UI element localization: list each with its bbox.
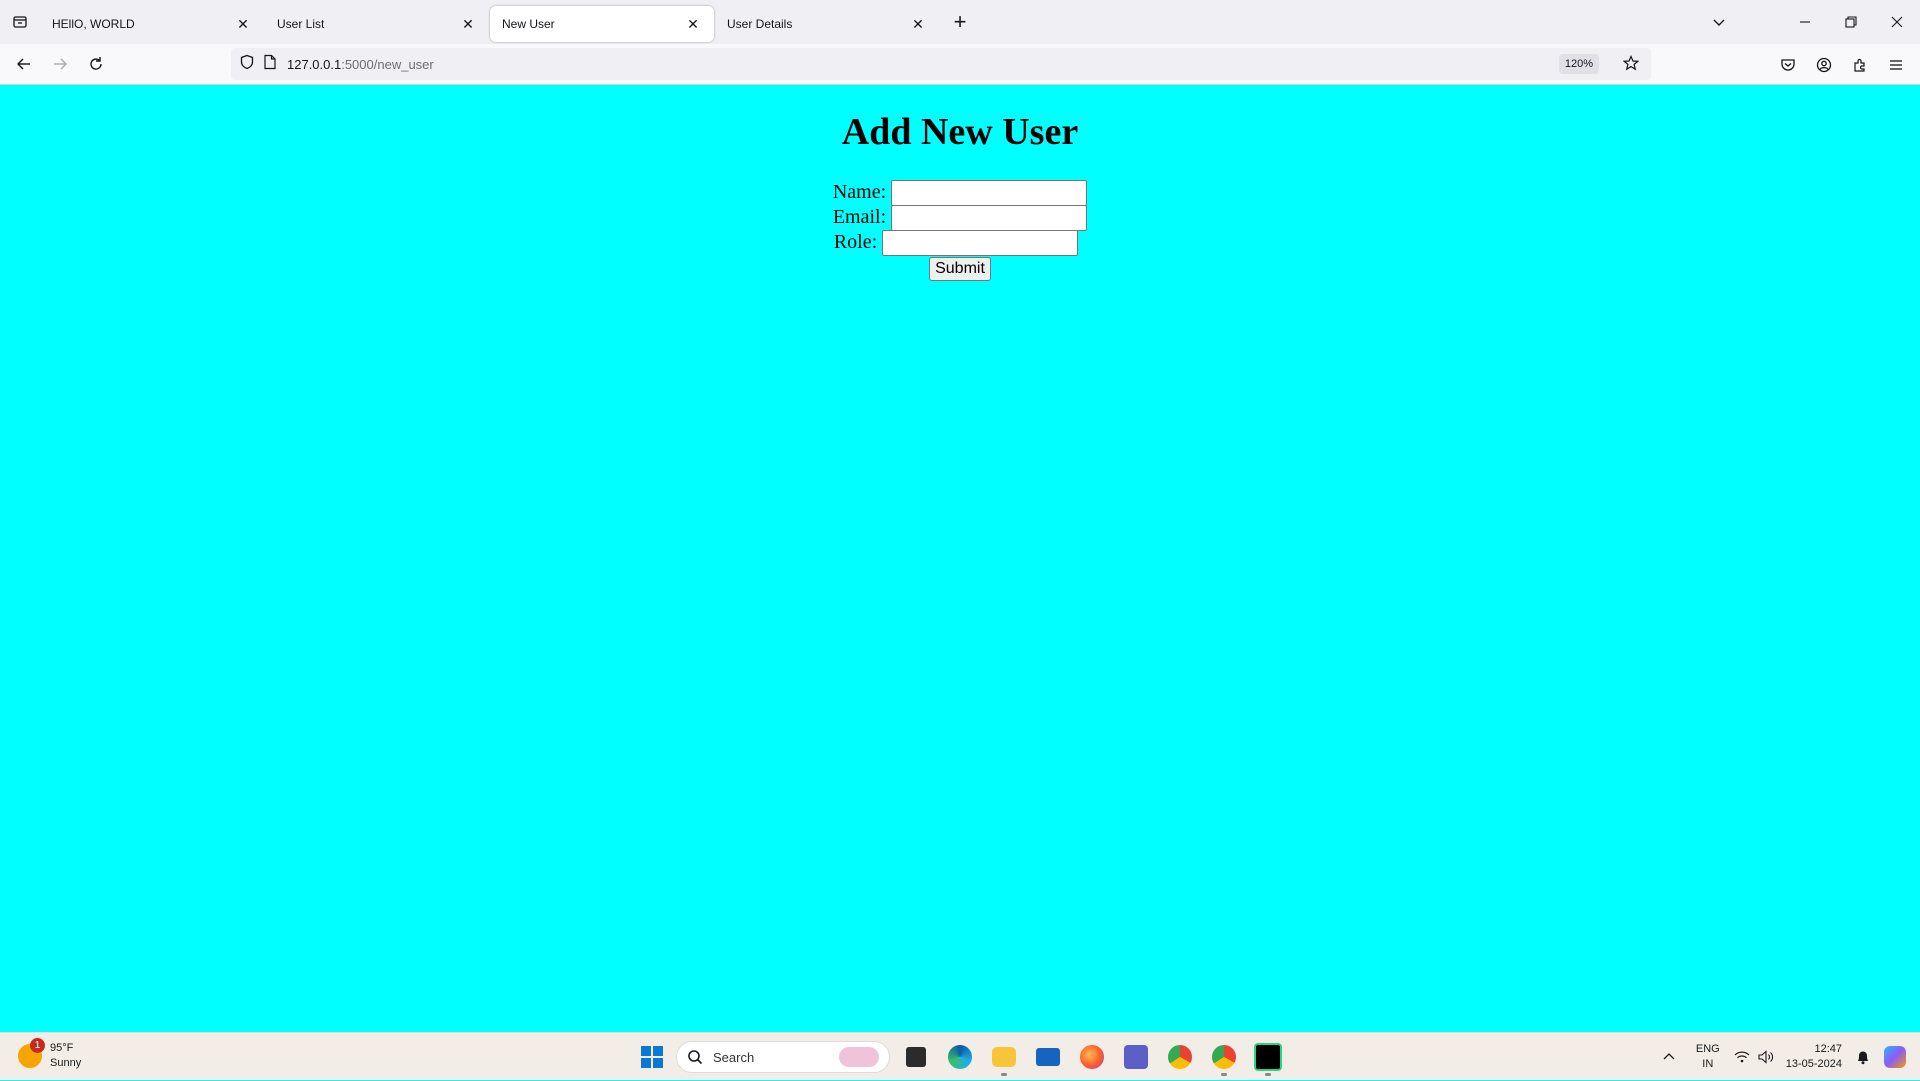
tab-hello-world[interactable]: HEllO, WORLD ✕ [40, 6, 264, 42]
menu-icon[interactable] [1878, 49, 1914, 81]
star-icon[interactable] [1622, 55, 1640, 76]
edge-icon[interactable] [942, 1037, 978, 1077]
chrome-profile-icon[interactable] [1206, 1037, 1242, 1077]
tab-list-icon[interactable] [0, 0, 40, 44]
email-input[interactable] [891, 204, 1088, 231]
submit-row: Submit [0, 257, 1920, 281]
forward-icon[interactable] [42, 48, 78, 80]
weather-widget[interactable]: 1 95°F Sunny [18, 1038, 81, 1071]
shield-icon[interactable] [239, 54, 255, 75]
zoom-indicator[interactable]: 120% [1558, 54, 1599, 74]
volume-icon[interactable] [1758, 1050, 1774, 1064]
page-content: Add New User Name: Email: Role: Submit [0, 86, 1920, 1032]
file-explorer-dark-icon[interactable] [898, 1037, 934, 1077]
page-icon[interactable] [263, 54, 277, 75]
tab-title: User List [277, 17, 325, 31]
teams-icon[interactable] [1118, 1037, 1154, 1077]
taskbar-search[interactable]: Search [676, 1041, 890, 1073]
copilot-icon[interactable] [1884, 1046, 1906, 1068]
url-text[interactable]: 127.0.0.1:5000/new_user [287, 57, 434, 72]
search-highlight-icon [839, 1047, 879, 1067]
tab-title: New User [502, 17, 555, 31]
bell-icon[interactable] [1856, 1049, 1870, 1065]
language-indicator[interactable]: ENG IN [1696, 1042, 1720, 1072]
weather-desc: Sunny [50, 1057, 82, 1069]
close-window-icon[interactable] [1874, 0, 1920, 44]
lang-region: IN [1702, 1058, 1714, 1070]
account-icon[interactable] [1806, 49, 1842, 81]
new-tab-icon[interactable]: + [944, 6, 976, 38]
role-row: Role: [0, 229, 1920, 256]
role-input[interactable] [882, 229, 1079, 256]
chevron-down-icon[interactable] [1696, 0, 1742, 44]
taskbar: 1 95°F Sunny Search ENG IN 12:47 13-05-2… [0, 1032, 1920, 1080]
new-user-form: Name: Email: Role: Submit [0, 179, 1920, 281]
file-explorer-icon[interactable] [986, 1037, 1022, 1077]
restore-icon[interactable] [1828, 0, 1874, 44]
weather-sun-icon: 1 [18, 1038, 45, 1068]
search-placeholder: Search [713, 1049, 755, 1065]
close-icon[interactable]: ✕ [909, 15, 927, 33]
system-tray: ENG IN 12:47 13-05-2024 [1662, 1033, 1920, 1081]
close-icon[interactable]: ✕ [234, 15, 252, 33]
mail-icon[interactable] [1030, 1037, 1066, 1077]
name-row: Name: [0, 179, 1920, 206]
role-label: Role: [833, 231, 878, 253]
clock-time: 12:47 [1814, 1043, 1842, 1055]
clock[interactable]: 12:47 13-05-2024 [1786, 1042, 1842, 1072]
notification-badge: 1 [30, 1038, 45, 1053]
submit-button[interactable]: Submit [929, 257, 991, 281]
tab-bar: HEllO, WORLD ✕ User List ✕ New User ✕ Us… [0, 0, 1920, 44]
extensions-icon[interactable] [1842, 49, 1878, 81]
back-icon[interactable] [6, 48, 42, 80]
tab-new-user[interactable]: New User ✕ [490, 6, 714, 42]
weather-temp: 95°F [50, 1042, 74, 1054]
close-icon[interactable]: ✕ [684, 15, 702, 33]
email-row: Email: [0, 204, 1920, 231]
search-icon [688, 1050, 703, 1065]
close-icon[interactable]: ✕ [459, 15, 477, 33]
tab-title: User Details [727, 17, 793, 31]
url-host: 127.0.0.1 [287, 56, 342, 72]
reload-icon[interactable] [78, 48, 114, 80]
name-label: Name: [832, 181, 887, 203]
taskbar-center: Search [632, 1033, 1286, 1081]
pycharm-icon[interactable] [1250, 1037, 1286, 1077]
minimize-icon[interactable] [1782, 0, 1828, 44]
weather-text: 95°F Sunny [50, 1041, 81, 1071]
tab-user-list[interactable]: User List ✕ [265, 6, 489, 42]
url-bar[interactable]: 127.0.0.1:5000/new_user 120% [231, 48, 1651, 80]
tab-title: HEllO, WORLD [52, 17, 135, 31]
windows-start-icon[interactable] [632, 1037, 672, 1077]
firefox-icon[interactable] [1074, 1037, 1110, 1077]
lang-primary: ENG [1695, 1043, 1720, 1055]
chrome-icon[interactable] [1162, 1037, 1198, 1077]
chevron-up-icon[interactable] [1662, 1050, 1676, 1064]
window-controls [1696, 0, 1920, 44]
url-path: :5000/new_user [341, 56, 434, 72]
clock-date: 13-05-2024 [1785, 1058, 1842, 1070]
name-input[interactable] [891, 179, 1088, 206]
page-title: Add New User [841, 111, 1079, 153]
navigation-bar: 127.0.0.1:5000/new_user 120% [0, 44, 1920, 85]
toolbar-right [1770, 44, 1914, 85]
pocket-icon[interactable] [1770, 49, 1806, 81]
tab-user-details[interactable]: User Details ✕ [715, 6, 939, 42]
wifi-icon[interactable] [1734, 1050, 1750, 1064]
email-label: Email: [832, 206, 887, 228]
